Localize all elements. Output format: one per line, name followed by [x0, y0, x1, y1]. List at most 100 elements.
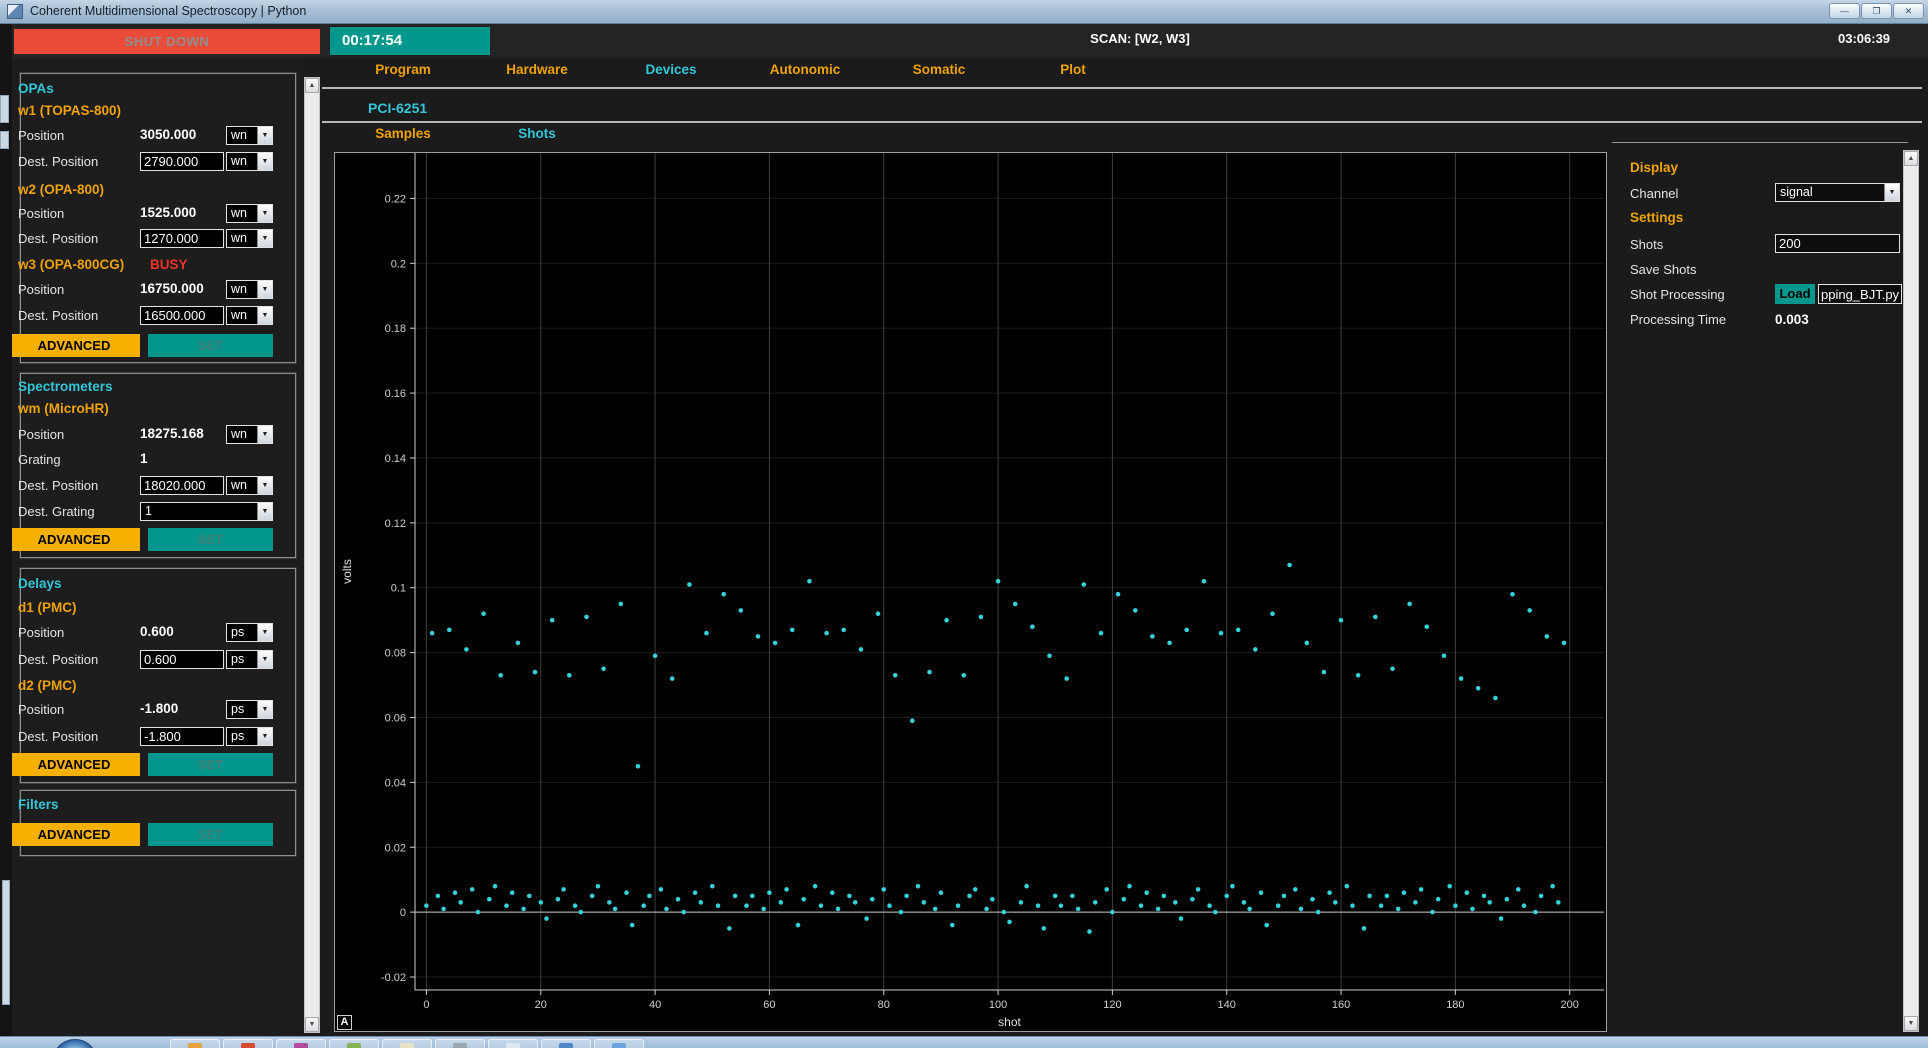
- settings-header: Settings: [1630, 210, 1683, 225]
- chevron-down-icon[interactable]: ▼: [257, 701, 272, 718]
- chevron-down-icon[interactable]: ▼: [257, 127, 272, 144]
- w1-position-value: 3050.000: [140, 127, 226, 142]
- wm-dest-position-input[interactable]: [140, 476, 224, 495]
- tab-plot[interactable]: Plot: [1006, 62, 1140, 77]
- w3-position-units-select[interactable]: wn ▼: [226, 280, 273, 299]
- chevron-down-icon[interactable]: ▼: [257, 728, 272, 745]
- tab-devices[interactable]: Devices: [604, 62, 738, 77]
- w2-position-units-select[interactable]: wn ▼: [226, 204, 273, 223]
- opas-set-button[interactable]: SET: [148, 334, 273, 357]
- delays-advanced-button[interactable]: ADVANCED: [8, 753, 140, 776]
- grating-label: Grating: [18, 452, 61, 467]
- autoscale-button[interactable]: A: [337, 1015, 352, 1030]
- svg-text:200: 200: [1561, 999, 1579, 1011]
- w2-dest-position-input[interactable]: [140, 229, 224, 248]
- taskbar[interactable]: [0, 1036, 1928, 1048]
- d2-dest-units-select[interactable]: ps ▼: [226, 727, 273, 746]
- svg-text:shot: shot: [998, 1015, 1021, 1029]
- processing-script-input[interactable]: [1818, 284, 1902, 304]
- chevron-down-icon[interactable]: ▼: [257, 230, 272, 247]
- tab-hardware[interactable]: Hardware: [470, 62, 604, 77]
- right-scrollbar[interactable]: ▲ ▼: [1903, 150, 1919, 1032]
- tab-program[interactable]: Program: [336, 62, 470, 77]
- scroll-up-icon[interactable]: ▲: [1904, 151, 1918, 166]
- d1-dest-position-input[interactable]: [140, 650, 224, 669]
- chevron-down-icon[interactable]: ▼: [1884, 184, 1899, 201]
- channel-select[interactable]: signal ▼: [1775, 183, 1900, 202]
- taskbar-app-button[interactable]: [170, 1039, 220, 1048]
- scroll-up-icon[interactable]: ▲: [305, 78, 319, 93]
- scroll-down-icon[interactable]: ▼: [305, 1017, 319, 1032]
- chevron-down-icon[interactable]: ▼: [257, 477, 272, 494]
- filters-set-button[interactable]: SET: [148, 823, 273, 846]
- close-icon[interactable]: ✕: [1893, 3, 1924, 19]
- opa-w2-name: w2 (OPA-800): [18, 182, 104, 197]
- d2-position-units-select[interactable]: ps ▼: [226, 700, 273, 719]
- tab-somatic[interactable]: Somatic: [872, 62, 1006, 77]
- start-button-icon[interactable]: [52, 1039, 98, 1048]
- shutdown-button[interactable]: SHUT DOWN: [14, 29, 320, 54]
- load-script-button[interactable]: Load: [1775, 284, 1815, 304]
- wm-dest-grating-value: 1: [141, 503, 257, 520]
- device-tab-pci6251[interactable]: PCI-6251: [368, 100, 427, 116]
- opas-header: OPAs: [18, 81, 54, 96]
- minimize-icon[interactable]: —: [1829, 3, 1860, 19]
- shots-scatter-plot[interactable]: -0.0200.020.040.060.080.10.120.140.160.1…: [335, 153, 1606, 1031]
- chevron-down-icon[interactable]: ▼: [257, 624, 272, 641]
- restore-icon[interactable]: ❐: [1861, 3, 1892, 19]
- opas-advanced-button[interactable]: ADVANCED: [8, 334, 140, 357]
- shots-count-input[interactable]: [1775, 234, 1900, 253]
- svg-text:0: 0: [400, 907, 406, 919]
- spectrometers-set-button[interactable]: SET: [148, 528, 273, 551]
- dest-position-label: Dest. Position: [18, 154, 98, 169]
- scroll-down-icon[interactable]: ▼: [1904, 1016, 1918, 1031]
- chevron-down-icon[interactable]: ▼: [257, 426, 272, 443]
- view-tab-samples[interactable]: Samples: [336, 126, 470, 141]
- taskbar-app-button[interactable]: [276, 1039, 326, 1048]
- taskbar-app-button[interactable]: [594, 1039, 644, 1048]
- chevron-down-icon[interactable]: ▼: [257, 205, 272, 222]
- svg-text:0.2: 0.2: [391, 258, 406, 270]
- svg-text:0.12: 0.12: [385, 518, 406, 530]
- d2-dest-position-input[interactable]: [140, 727, 224, 746]
- svg-text:120: 120: [1103, 999, 1121, 1011]
- center-scrollbar[interactable]: ▲ ▼: [304, 77, 320, 1033]
- chevron-down-icon[interactable]: ▼: [257, 153, 272, 170]
- wm-position-units-value: wn: [227, 426, 257, 443]
- filters-advanced-button[interactable]: ADVANCED: [8, 823, 140, 846]
- taskbar-app-button[interactable]: [382, 1039, 432, 1048]
- view-tab-shots[interactable]: Shots: [470, 126, 604, 141]
- taskbar-app-button[interactable]: [329, 1039, 379, 1048]
- window-titlebar[interactable]: Coherent Multidimensional Spectroscopy |…: [0, 0, 1928, 24]
- w3-dest-units-select[interactable]: wn ▼: [226, 306, 273, 325]
- w2-dest-units-select[interactable]: wn ▼: [226, 229, 273, 248]
- taskbar-app-button[interactable]: [223, 1039, 273, 1048]
- d1-dest-units-select[interactable]: ps ▼: [226, 650, 273, 669]
- wm-dest-grating-select[interactable]: 1 ▼: [140, 502, 273, 521]
- chevron-down-icon[interactable]: ▼: [257, 307, 272, 324]
- chevron-down-icon[interactable]: ▼: [257, 281, 272, 298]
- w2-dest-units-value: wn: [227, 230, 257, 247]
- d1-position-units-select[interactable]: ps ▼: [226, 623, 273, 642]
- w3-dest-position-input[interactable]: [140, 306, 224, 325]
- position-label: Position: [18, 702, 64, 717]
- position-label: Position: [18, 206, 64, 221]
- taskbar-app-button[interactable]: [488, 1039, 538, 1048]
- taskbar-app-button[interactable]: [541, 1039, 591, 1048]
- svg-text:0.02: 0.02: [385, 842, 406, 854]
- w1-position-units-select[interactable]: wn ▼: [226, 126, 273, 145]
- d1-position-value: 0.600: [140, 624, 226, 639]
- spectrometers-advanced-button[interactable]: ADVANCED: [8, 528, 140, 551]
- svg-text:0.14: 0.14: [385, 453, 406, 465]
- tab-autonomic[interactable]: Autonomic: [738, 62, 872, 77]
- chevron-down-icon[interactable]: ▼: [257, 651, 272, 668]
- taskbar-app-button[interactable]: [435, 1039, 485, 1048]
- wm-dest-units-select[interactable]: wn ▼: [226, 476, 273, 495]
- taskbar-app-icon: [506, 1043, 520, 1048]
- w1-dest-units-select[interactable]: wn ▼: [226, 152, 273, 171]
- wm-position-units-select[interactable]: wn ▼: [226, 425, 273, 444]
- shots-plot-widget[interactable]: -0.0200.020.040.060.080.10.120.140.160.1…: [334, 152, 1607, 1032]
- w1-dest-position-input[interactable]: [140, 152, 224, 171]
- chevron-down-icon[interactable]: ▼: [257, 503, 272, 520]
- delays-set-button[interactable]: SET: [148, 753, 273, 776]
